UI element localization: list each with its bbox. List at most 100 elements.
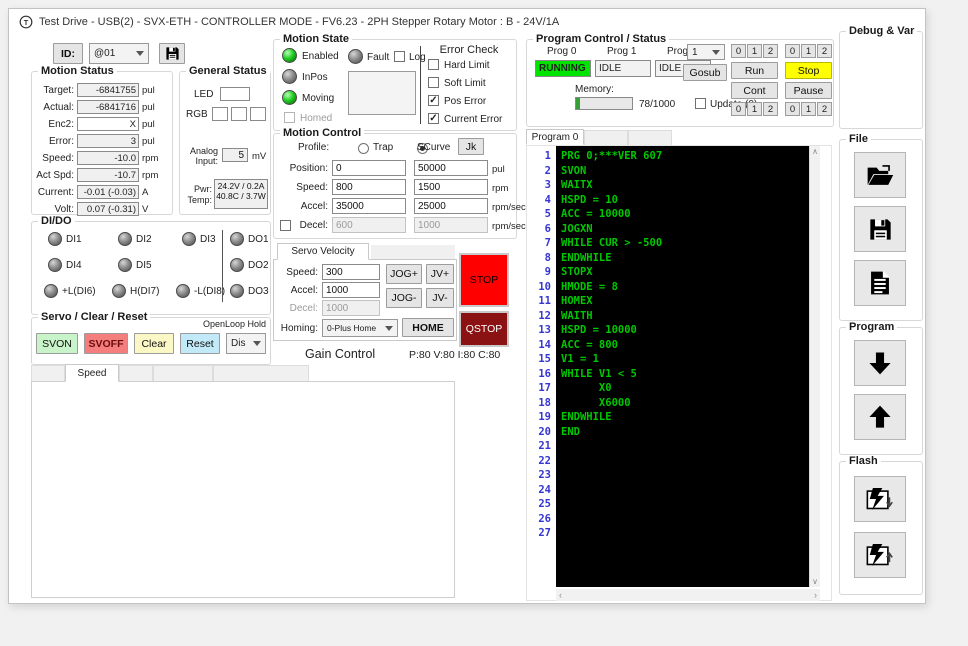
servo-velocity-tab-blank[interactable] (371, 245, 455, 260)
servo-velocity-tab[interactable]: Servo Velocity (277, 243, 369, 260)
stop-program-button[interactable]: Stop (785, 62, 832, 79)
scroll-down-icon[interactable]: ∨ (812, 577, 818, 586)
stop-digit-1[interactable]: 1 (801, 44, 816, 58)
stop-digit-2[interactable]: 2 (817, 44, 832, 58)
run-digit-1[interactable]: 1 (747, 44, 762, 58)
homing-select-value: 0-Plus Home (327, 323, 376, 333)
jog-accel-input[interactable] (322, 282, 380, 298)
run-button[interactable]: Run (731, 62, 778, 79)
gosub-button[interactable]: Gosub (683, 64, 727, 81)
chart-tab-0[interactable] (31, 365, 65, 382)
chart-tab-2[interactable] (119, 365, 153, 382)
jog-speed-input[interactable] (322, 264, 380, 280)
qstop-button[interactable]: QSTOP (459, 311, 509, 347)
decel-checkbox[interactable] (280, 220, 291, 231)
stop-button[interactable]: STOP (459, 253, 509, 307)
pwr-label: Pwr: (182, 184, 212, 194)
speed-input-1[interactable] (332, 179, 406, 195)
fault-message-box (348, 71, 416, 115)
speed-chart-area (31, 381, 455, 598)
cont-digit-1[interactable]: 1 (747, 102, 762, 116)
jog-decel-input[interactable] (322, 300, 380, 316)
homed-checkbox[interactable] (284, 112, 295, 123)
program-download-button[interactable] (854, 340, 906, 386)
hard-limit-checkbox[interactable] (428, 59, 439, 70)
flash-write-button[interactable] (854, 476, 906, 522)
chart-tab-speed[interactable]: Speed (65, 364, 119, 382)
chart-tab-4[interactable] (213, 365, 309, 382)
pause-button[interactable]: Pause (785, 82, 832, 99)
svoff-button[interactable]: SVOFF (84, 333, 128, 354)
scroll-left-icon[interactable]: ‹ (559, 590, 562, 600)
pause-digit-1[interactable]: 1 (801, 102, 816, 116)
reset-button[interactable]: Reset (180, 333, 220, 354)
program-tab-1[interactable] (584, 130, 628, 145)
dido-title: DI/DO (38, 215, 75, 227)
run-digit-2[interactable]: 2 (763, 44, 778, 58)
homing-select[interactable]: 0-Plus Home (322, 319, 398, 337)
do2-led (230, 258, 244, 272)
home-button[interactable]: HOME (402, 318, 454, 337)
update-checkbox[interactable] (695, 98, 706, 109)
save-id-button[interactable] (159, 43, 185, 64)
status-row-actual: Actual:-6841716pul (32, 99, 172, 115)
scroll-right-icon[interactable]: › (814, 590, 817, 600)
di6-led (44, 284, 58, 298)
program-control-title: Program Control / Status (533, 33, 669, 45)
trap-radio[interactable] (358, 143, 369, 154)
pause-digit-2[interactable]: 2 (817, 102, 832, 116)
view-file-button[interactable] (854, 260, 906, 306)
chart-tab-3[interactable] (153, 365, 213, 382)
program-upload-button[interactable] (854, 394, 906, 440)
scroll-up-icon[interactable]: ∧ (812, 147, 818, 156)
error-value: 3 (77, 134, 139, 148)
id-button[interactable]: ID: (53, 43, 83, 64)
di7-led (112, 284, 126, 298)
pos-error-checkbox[interactable]: ✓ (428, 95, 439, 106)
speed-input-2[interactable] (414, 179, 488, 195)
program-tab-2[interactable] (628, 130, 672, 145)
log-checkbox[interactable] (394, 51, 405, 62)
openloop-hold-select[interactable]: Dis (226, 333, 266, 354)
accel-input-1[interactable] (332, 198, 406, 214)
accel-input-2[interactable] (414, 198, 488, 214)
code-area[interactable]: PRG 0;***VER 607 SVON WAITX HSPD = 10 AC… (556, 146, 820, 587)
jog-plus-button[interactable]: JOG+ (386, 264, 422, 284)
run-digit-0[interactable]: 0 (731, 44, 746, 58)
pause-digit-0[interactable]: 0 (785, 102, 800, 116)
jog-minus-button[interactable]: JOG- (386, 288, 422, 308)
cont-digit-0[interactable]: 0 (731, 102, 746, 116)
temp-value: 40.8C / 3.7W (215, 191, 267, 201)
open-file-button[interactable] (854, 152, 906, 198)
jv-plus-button[interactable]: JV+ (426, 264, 454, 284)
svg-text:T: T (24, 18, 29, 27)
file-title: File (846, 133, 871, 145)
vertical-scrollbar[interactable]: ∧ ∨ (809, 146, 820, 587)
gosub-select[interactable]: 1 (687, 44, 725, 60)
soft-limit-checkbox[interactable] (428, 77, 439, 88)
current-error-checkbox[interactable]: ✓ (428, 113, 439, 124)
position-input-1[interactable] (332, 160, 406, 176)
stop-digit-0[interactable]: 0 (785, 44, 800, 58)
flash-read-button[interactable] (854, 532, 906, 578)
jk-button[interactable]: Jk (458, 138, 484, 155)
cont-button[interactable]: Cont (731, 82, 778, 99)
program-tab-0[interactable]: Program 0 (526, 129, 584, 145)
decel-input-2[interactable] (414, 217, 488, 233)
jv-minus-button[interactable]: JV- (426, 288, 454, 308)
cont-digit-2[interactable]: 2 (763, 102, 778, 116)
enc2-value[interactable]: X (77, 117, 139, 131)
id-select[interactable]: @01 (89, 43, 149, 64)
analog-unit: mV (252, 151, 266, 162)
horizontal-scrollbar[interactable]: ‹ › (556, 589, 820, 601)
volt-value: 0.07 (-0.31) (77, 202, 139, 216)
status-row-target: Target:-6841755pul (32, 82, 172, 98)
save-file-button[interactable] (854, 206, 906, 252)
position-input-2[interactable] (414, 160, 488, 176)
folder-open-icon (866, 163, 894, 187)
clear-button[interactable]: Clear (134, 333, 174, 354)
svon-button[interactable]: SVON (36, 333, 78, 354)
flash-down-icon (865, 486, 895, 512)
debug-var-group: Debug & Var (839, 31, 923, 129)
decel-input-1[interactable] (332, 217, 406, 233)
